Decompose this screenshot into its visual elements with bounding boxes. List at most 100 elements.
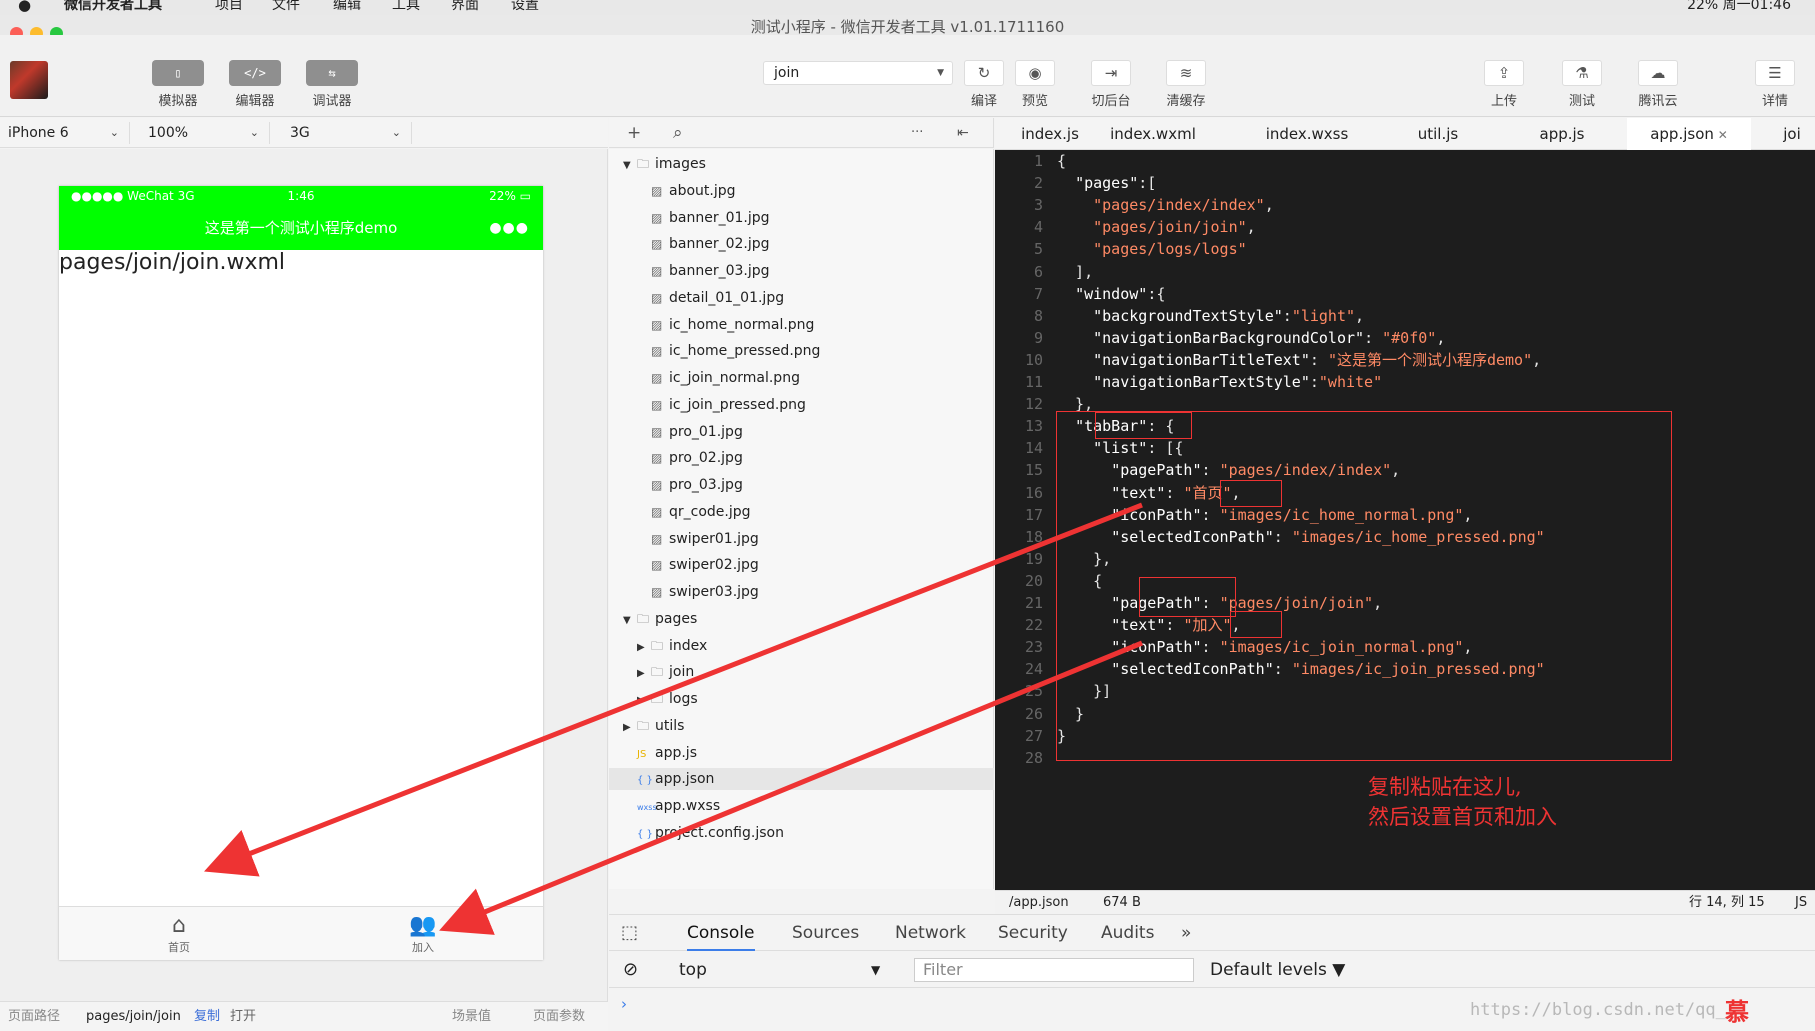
add-file-icon[interactable]: + xyxy=(627,118,641,148)
file-tree-item[interactable]: ▨ ic_join_pressed.png xyxy=(651,394,806,416)
phone-icon: ▯ xyxy=(152,60,204,86)
search-icon[interactable]: ⌕ xyxy=(673,118,683,148)
collapse-icon[interactable]: ⇤ xyxy=(957,118,969,148)
file-tree-item[interactable]: ▨ banner_01.jpg xyxy=(651,207,770,229)
test-button[interactable]: ⚗ 测试 xyxy=(1562,60,1602,109)
device-select[interactable]: iPhone 6 ⌄ xyxy=(0,122,130,144)
open-path-link[interactable]: 打开 xyxy=(230,1002,256,1031)
editor-tab[interactable]: util.js xyxy=(1391,118,1485,150)
file-tree-item[interactable]: ▨ swiper02.jpg xyxy=(651,554,759,576)
preview-label: 预览 xyxy=(1021,94,1048,109)
file-tree-label: swiper03.jpg xyxy=(669,584,759,600)
editor-tab[interactable]: app.js xyxy=(1511,118,1613,150)
menu-item-4[interactable]: 工具 xyxy=(392,0,420,13)
file-tree-item[interactable]: ▨ ic_home_normal.png xyxy=(651,314,814,336)
more-dots-icon[interactable]: ●●● xyxy=(489,206,529,250)
console-prompt[interactable]: › xyxy=(621,995,627,1013)
line-number: 13 xyxy=(1024,417,1043,436)
image-file-icon: ▨ xyxy=(651,531,663,546)
menu-item-5[interactable]: 界面 xyxy=(451,0,479,13)
code-label: 编辑器 xyxy=(235,94,275,109)
cloud-button[interactable]: ☁ 腾讯云 xyxy=(1638,60,1678,109)
file-tree-item[interactable]: JS app.js xyxy=(637,742,697,764)
editor-tab[interactable]: index.wxml xyxy=(1087,118,1219,150)
file-tree-item[interactable]: ▨ about.jpg xyxy=(651,180,736,202)
menu-item-1[interactable]: 项目 xyxy=(215,0,243,13)
devtools-tab-network[interactable]: Network xyxy=(895,915,966,951)
file-tree-item[interactable]: wxssapp.wxss xyxy=(637,795,720,817)
file-tree-item[interactable]: ▨ swiper01.jpg xyxy=(651,528,759,550)
file-tree-item[interactable]: ▨ banner_02.jpg xyxy=(651,233,770,255)
file-tree-item[interactable]: ▼ 🗀 images xyxy=(623,153,706,175)
network-select[interactable]: 3G ⌄ xyxy=(282,122,412,144)
file-tree-item[interactable]: ▨ banner_03.jpg xyxy=(651,260,770,282)
phone-button[interactable]: ▯ 模拟器 xyxy=(151,60,205,109)
devtools-tabs: ⬚ Console Sources Network Security Audits » xyxy=(609,915,1815,951)
image-file-icon: ▨ xyxy=(651,478,663,492)
context-select[interactable]: top xyxy=(679,952,707,988)
preview-button[interactable]: ◉ 预览 xyxy=(1015,60,1055,109)
details-button[interactable]: ☰ 详情 xyxy=(1755,60,1795,109)
tab-join[interactable]: 👥 加入 xyxy=(393,913,453,955)
file-tree-item[interactable]: ▨ qr_code.jpg xyxy=(651,501,751,523)
project-select[interactable]: join ▼ xyxy=(763,61,953,85)
file-tree-item[interactable]: ▨ pro_02.jpg xyxy=(651,447,743,469)
editor-tab[interactable]: index.wxss xyxy=(1243,118,1371,150)
background-button[interactable]: ⇥ 切后台 xyxy=(1091,60,1131,109)
copy-path-link[interactable]: 复制 xyxy=(194,1002,220,1031)
file-tree-item[interactable]: ▶ 🗀 utils xyxy=(623,715,684,737)
tab-home[interactable]: ⌂ 首页 xyxy=(149,913,209,955)
editor-tab[interactable]: joi xyxy=(1769,118,1815,150)
upload-button[interactable]: ⇪ 上传 xyxy=(1484,60,1524,109)
file-tree-item[interactable]: ▨ detail_01_01.jpg xyxy=(651,287,784,309)
image-file-icon: ▨ xyxy=(651,504,663,519)
devtools-tab-audits[interactable]: Audits xyxy=(1101,915,1154,951)
file-tree-item[interactable]: { } project.config.json xyxy=(637,822,784,844)
test-label: 测试 xyxy=(1568,94,1595,109)
scene-value-button[interactable]: 场景值 xyxy=(452,1002,491,1031)
devtools-tab-[interactable]: » xyxy=(1181,915,1191,951)
clear-console-icon[interactable]: ⊘ xyxy=(623,952,638,988)
apple-icon[interactable]: ● xyxy=(18,0,31,13)
close-icon[interactable]: ✕ xyxy=(1714,128,1728,142)
file-tree-label: images xyxy=(655,156,706,172)
devtools-tab-sources[interactable]: Sources xyxy=(792,915,859,951)
file-tree-item[interactable]: ▨ pro_01.jpg xyxy=(651,421,743,443)
devtools-tab-security[interactable]: Security xyxy=(998,915,1068,951)
log-levels-select[interactable]: Default levels ▼ xyxy=(1210,952,1345,988)
clear-cache-button[interactable]: ≋ 清缓存 xyxy=(1166,60,1206,109)
folder-file-icon: 🗀 xyxy=(651,665,664,680)
file-tree-label: join xyxy=(669,664,695,681)
editor-tab[interactable]: app.json ✕ xyxy=(1627,118,1751,150)
page-path-value: pages/join/join xyxy=(86,1009,181,1024)
file-tree-item[interactable]: ▶ 🗀 join xyxy=(637,661,694,683)
file-tree-item[interactable]: ▶ 🗀 index xyxy=(637,635,707,657)
avatar[interactable] xyxy=(10,61,48,99)
line-number: 10 xyxy=(1024,350,1043,369)
editor-tab-label: app.js xyxy=(1539,125,1585,143)
file-tree-label: detail_01_01.jpg xyxy=(669,289,785,306)
menu-item-3[interactable]: 编辑 xyxy=(333,0,361,13)
file-tree-item[interactable]: { } app.json xyxy=(609,768,994,791)
debug-button[interactable]: ⇆ 调试器 xyxy=(305,60,359,109)
menu-item-2[interactable]: 文件 xyxy=(272,0,300,13)
image-file-icon: ▨ xyxy=(651,183,663,198)
annotation-tabbar-key-box xyxy=(1095,412,1192,439)
more-icon[interactable]: ··· xyxy=(911,118,923,148)
compile-button[interactable]: ↻ 编译 xyxy=(964,60,1004,109)
inspect-icon[interactable]: ⬚ xyxy=(621,915,638,951)
code-button[interactable]: </> 编辑器 xyxy=(228,60,282,109)
page-params-button[interactable]: 页面参数 xyxy=(533,1002,585,1031)
file-tree-item[interactable]: ▨ pro_03.jpg xyxy=(651,474,743,496)
menu-item-0[interactable]: 微信开发者工具 xyxy=(64,0,162,13)
file-tree-item[interactable]: ▨ swiper03.jpg xyxy=(651,581,759,603)
file-tree-item[interactable]: ▼ 🗀 pages xyxy=(623,608,697,630)
folder-file-icon: 🗀 xyxy=(637,157,650,171)
file-tree-item[interactable]: ▨ ic_join_normal.png xyxy=(651,367,800,389)
zoom-select[interactable]: 100% ⌄ xyxy=(140,122,270,144)
menu-item-6[interactable]: 设置 xyxy=(511,0,539,13)
file-tree-item[interactable]: ▶ 🗀 logs xyxy=(637,688,698,710)
devtools-tab-console[interactable]: Console xyxy=(687,915,755,951)
console-filter-input[interactable]: Filter xyxy=(914,958,1194,982)
file-tree-item[interactable]: ▨ ic_home_pressed.png xyxy=(651,340,820,362)
